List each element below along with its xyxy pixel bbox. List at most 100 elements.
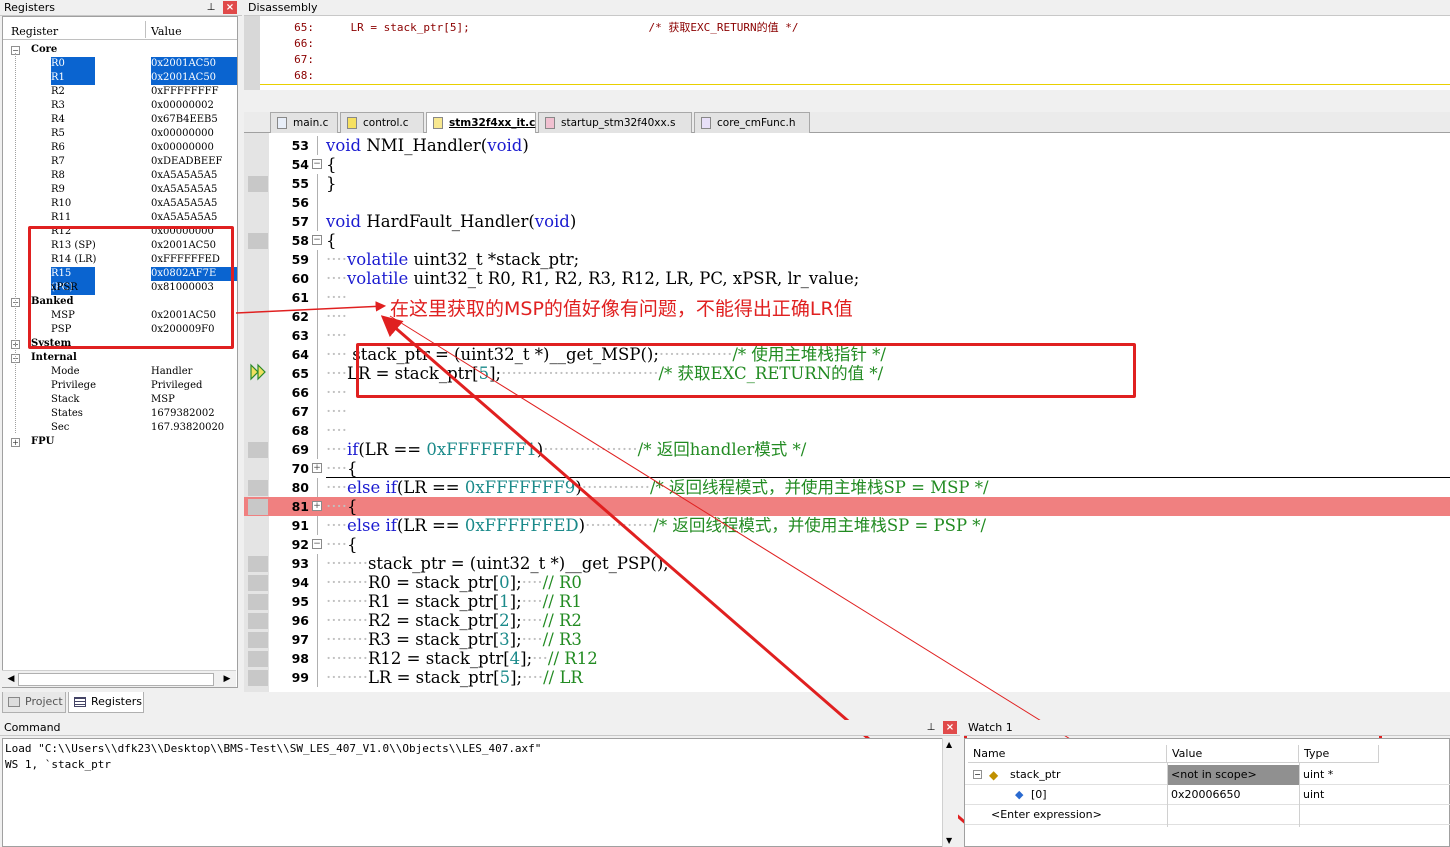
file-tab[interactable]: core_cmFunc.h xyxy=(694,112,810,133)
watch-value[interactable]: <not in scope> xyxy=(1167,765,1299,785)
watch-row[interactable]: ◆ [0] 0x20006650 uint xyxy=(965,785,1450,805)
executable-line-marker[interactable] xyxy=(248,556,268,572)
register-value[interactable]: 0xA5A5A5A5 xyxy=(151,211,217,225)
register-row[interactable]: R11 0xA5A5A5A5 xyxy=(3,211,237,225)
register-row[interactable]: R8 0xA5A5A5A5 xyxy=(3,169,237,183)
executable-line-marker[interactable] xyxy=(248,651,268,667)
executable-line-marker[interactable] xyxy=(248,233,268,249)
scroll-up-icon[interactable]: ▲ xyxy=(946,740,952,749)
file-tab[interactable]: control.c xyxy=(340,112,424,133)
executable-line-marker[interactable] xyxy=(248,442,268,458)
code-line[interactable]: 98 ········R12 = stack_ptr[4];···// R12 xyxy=(244,649,1450,668)
register-value[interactable]: 0x00000002 xyxy=(151,99,214,113)
code-line[interactable]: 56 xyxy=(244,193,1450,212)
code-line[interactable]: 60 ····volatile uint32_t R0, R1, R2, R3, … xyxy=(244,269,1450,288)
close-icon[interactable]: × xyxy=(943,721,957,734)
file-tab[interactable]: startup_stm32f40xx.s xyxy=(538,112,692,133)
code-line[interactable]: 67 ···· xyxy=(244,402,1450,421)
register-row[interactable]: Privilege Privileged xyxy=(3,379,237,393)
register-row[interactable]: R1 0x2001AC50 xyxy=(3,71,237,85)
register-row[interactable]: R7 0xDEADBEEF xyxy=(3,155,237,169)
scroll-down-icon[interactable]: ▼ xyxy=(946,836,952,845)
expand-icon[interactable]: + xyxy=(11,438,20,447)
executable-line-marker[interactable] xyxy=(248,499,268,515)
disassembly-view[interactable]: 65: LR = stack_ptr[5]; /* 获取EXC_RETURN的值… xyxy=(244,16,1450,90)
fold-collapse-icon[interactable]: − xyxy=(312,235,322,245)
registers-hscrollbar[interactable]: ◀ ▶ xyxy=(2,670,236,687)
code-line[interactable]: 55} xyxy=(244,174,1450,193)
collapse-icon[interactable]: − xyxy=(973,770,982,779)
register-value[interactable]: 0x00000000 xyxy=(151,141,214,155)
code-line[interactable]: 93 ········stack_ptr = (uint32_t *)__get_… xyxy=(244,554,1450,573)
executable-line-marker[interactable] xyxy=(248,575,268,591)
command-vscrollbar[interactable]: ▲ ▼ xyxy=(942,738,958,847)
register-row[interactable]: R5 0x00000000 xyxy=(3,127,237,141)
executable-line-marker[interactable] xyxy=(248,613,268,629)
register-row[interactable]: R3 0x00000002 xyxy=(3,99,237,113)
register-value[interactable]: 0x2001AC50 xyxy=(151,71,237,85)
code-line[interactable]: 94 ········R0 = stack_ptr[0];····// R0 xyxy=(244,573,1450,592)
code-line[interactable]: 99 ········LR = stack_ptr[5];····// LR xyxy=(244,668,1450,687)
register-value[interactable]: 0xA5A5A5A5 xyxy=(151,183,217,197)
tab-project[interactable]: Project xyxy=(2,692,66,713)
code-line[interactable]: 53 void NMI_Handler(void) xyxy=(244,136,1450,155)
code-line[interactable]: 59 ····volatile uint32_t *stack_ptr; xyxy=(244,250,1450,269)
register-value[interactable]: Privileged xyxy=(151,379,202,393)
scroll-track[interactable] xyxy=(18,673,214,686)
register-row[interactable]: R10 0xA5A5A5A5 xyxy=(3,197,237,211)
watch-col-type[interactable]: Type xyxy=(1299,745,1379,763)
code-line[interactable]: 57 void HardFault_Handler(void) xyxy=(244,212,1450,231)
code-editor[interactable]: 53 void NMI_Handler(void) 54−{55} 56 57 void … xyxy=(244,133,1450,692)
register-group-internal[interactable]: − Internal xyxy=(3,351,237,365)
register-row[interactable]: Mode Handler xyxy=(3,365,237,379)
code-line[interactable]: 58−{ xyxy=(244,231,1450,250)
code-line[interactable]: 68 ···· xyxy=(244,421,1450,440)
register-value[interactable]: 0xFFFFFFFF xyxy=(151,85,219,99)
register-value[interactable]: 0x00000000 xyxy=(151,127,214,141)
col-register[interactable]: Register xyxy=(11,25,58,38)
register-row[interactable]: States 1679382002 xyxy=(3,407,237,421)
fold-collapse-icon[interactable]: − xyxy=(312,539,322,549)
pin-icon[interactable]: ⊥ xyxy=(204,1,218,14)
register-group-core[interactable]: − Core xyxy=(3,43,237,57)
fold-collapse-icon[interactable]: − xyxy=(312,159,322,169)
register-row[interactable]: R4 0x67B4EEB5 xyxy=(3,113,237,127)
register-row[interactable]: R6 0x00000000 xyxy=(3,141,237,155)
watch-col-name[interactable]: Name xyxy=(968,745,1167,763)
code-line[interactable]: 91 ····else if(LR == 0xFFFFFFED)·········… xyxy=(244,516,1450,535)
scroll-right-icon[interactable]: ▶ xyxy=(220,673,234,686)
register-value[interactable]: MSP xyxy=(151,393,175,407)
register-group-fpu[interactable]: + FPU xyxy=(3,435,237,449)
close-icon[interactable]: × xyxy=(223,1,237,14)
code-line[interactable]: 81 + ····{ xyxy=(244,497,1450,516)
command-output[interactable]: Load "C:\\Users\\dfk23\\Desktop\\BMS-Tes… xyxy=(2,738,958,847)
executable-line-marker[interactable] xyxy=(248,670,268,686)
scroll-left-icon[interactable]: ◀ xyxy=(4,673,18,686)
splitter[interactable] xyxy=(244,90,1450,112)
enter-expression[interactable]: <Enter expression> xyxy=(991,805,1102,825)
file-tab[interactable]: main.c xyxy=(270,112,338,133)
code-line[interactable]: 95 ········R1 = stack_ptr[1];····// R1 xyxy=(244,592,1450,611)
watch-value[interactable]: 0x20006650 xyxy=(1171,785,1241,805)
register-value[interactable]: 0xA5A5A5A5 xyxy=(151,197,217,211)
code-line[interactable]: 70 + ····{ xyxy=(244,459,1450,478)
register-row[interactable]: R2 0xFFFFFFFF xyxy=(3,85,237,99)
fold-expand-icon[interactable]: + xyxy=(312,501,322,511)
pin-icon[interactable]: ⊥ xyxy=(924,721,938,734)
register-value[interactable]: 0xA5A5A5A5 xyxy=(151,169,217,183)
code-line[interactable]: 92− ····{ xyxy=(244,535,1450,554)
watch-row[interactable]: − ◆ stack_ptr <not in scope> uint * xyxy=(965,765,1450,785)
register-row[interactable]: Stack MSP xyxy=(3,393,237,407)
register-value[interactable]: 0x67B4EEB5 xyxy=(151,113,218,127)
file-tab[interactable]: stm32f4xx_it.c xyxy=(426,112,536,134)
executable-line-marker[interactable] xyxy=(248,632,268,648)
code-line[interactable]: 80 ····else if(LR == 0xFFFFFFF9)·········… xyxy=(244,478,1450,497)
register-row[interactable]: R0 0x2001AC50 xyxy=(3,57,237,71)
register-row[interactable]: R9 0xA5A5A5A5 xyxy=(3,183,237,197)
watch-col-value[interactable]: Value xyxy=(1167,745,1299,763)
code-line[interactable]: 69 ····if(LR == 0xFFFFFFF1)··············… xyxy=(244,440,1450,459)
code-line[interactable]: 97 ········R3 = stack_ptr[3];····// R3 xyxy=(244,630,1450,649)
register-row[interactable]: Sec 167.93820020 xyxy=(3,421,237,435)
register-value[interactable]: 0xDEADBEEF xyxy=(151,155,222,169)
col-value[interactable]: Value xyxy=(151,25,182,38)
